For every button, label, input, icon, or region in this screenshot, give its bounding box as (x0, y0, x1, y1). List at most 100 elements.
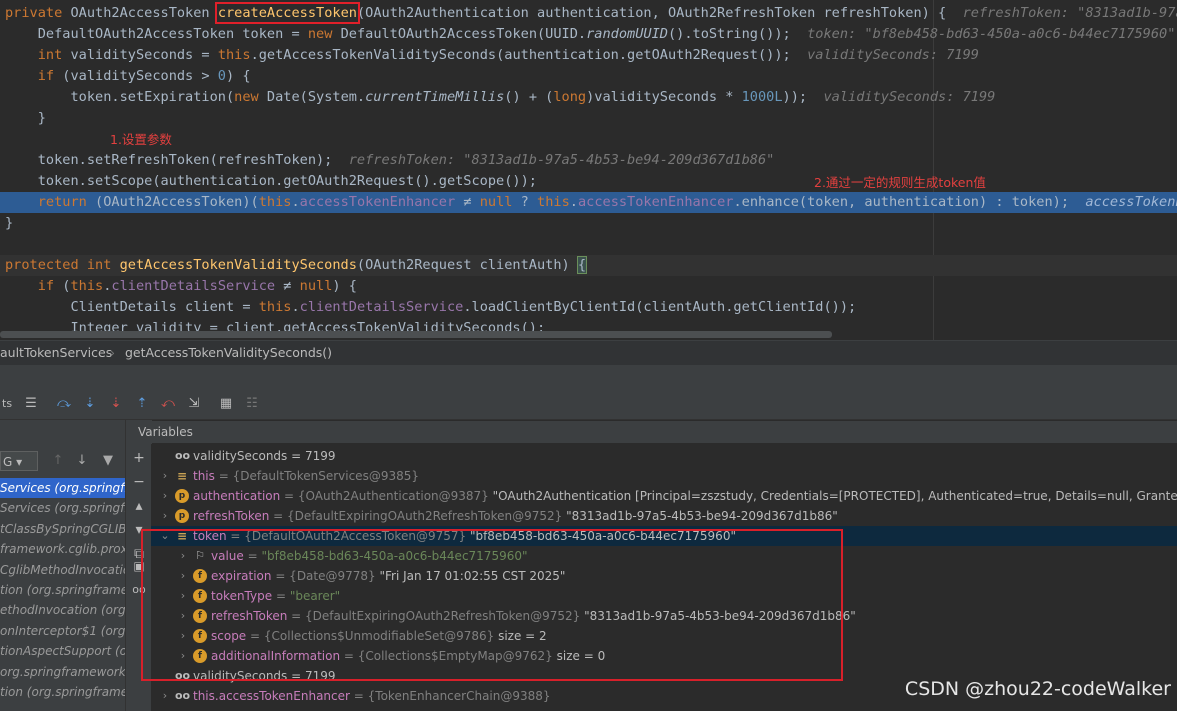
expand-arrow-icon[interactable]: › (159, 486, 171, 506)
expand-arrow-icon[interactable]: › (159, 466, 171, 486)
code-line[interactable]: token.setExpiration(new Date(System.curr… (0, 87, 1177, 108)
stack-frame[interactable]: tionAspectSupport (o (0, 641, 125, 661)
code-line[interactable]: token.setRefreshToken(refreshToken); ref… (0, 150, 1177, 171)
arrow-up-icon[interactable]: ↑ (51, 453, 65, 469)
stack-frame[interactable]: tion (org.springframe (0, 580, 125, 600)
run-to-cursor-icon[interactable]: ⇲ (186, 396, 202, 412)
variable-name: this (193, 469, 215, 483)
code-token: ? (520, 194, 538, 210)
code-token: validitySeconds = (70, 47, 218, 63)
stack-frame[interactable]: framework.cglib.prox (0, 539, 125, 559)
stack-frame[interactable]: ethodInvocation (org.s (0, 600, 125, 620)
step-over-icon[interactable]: ⤼ (56, 396, 72, 412)
stack-frame[interactable]: tion (org.springframe (0, 682, 125, 702)
breadcrumb: aultTokenServices › getAccessTokenValidi… (0, 340, 1177, 365)
code-line[interactable]: token.setScope(authentication.getOAuth2R… (0, 171, 1177, 192)
variable-value: "OAuth2Authentication [Principal=zszstud… (492, 489, 1177, 503)
debug-toolbar: ts ☰ ⤼ ⇣ ⇣ ⇡ ⤺ ⇲ ▦ ☷ (0, 391, 1177, 420)
code-line[interactable]: protected int getAccessTokenValiditySeco… (0, 255, 1177, 276)
object-icon: ≡ (176, 469, 188, 483)
code-token: return (5, 194, 96, 210)
code-line[interactable]: return (OAuth2AccessToken)(this.accessTo… (0, 192, 1177, 213)
code-editor[interactable]: private OAuth2AccessToken createAccessTo… (0, 0, 1177, 340)
watch-icon: oo (175, 449, 191, 462)
code-token: protected int (5, 257, 120, 273)
code-token: ≠ (275, 278, 300, 294)
stack-frame[interactable]: Services (org.springfr (0, 498, 125, 518)
code-token: 0 (217, 68, 226, 84)
remove-watch-icon[interactable]: − (131, 474, 147, 490)
variable-row[interactable]: › p refreshToken = {DefaultExpiringOAuth2R… (151, 506, 1177, 526)
code-token: . (291, 299, 300, 315)
code-line[interactable]: DefaultOAuth2AccessToken token = new Def… (0, 24, 1177, 45)
variable-name: this.accessTokenEnhancer (193, 689, 350, 703)
breadcrumb-class[interactable]: aultTokenServices (0, 341, 112, 365)
expand-arrow-icon[interactable]: › (159, 506, 171, 526)
code-token: .enhance(token, authentication) : token)… (733, 194, 1086, 210)
variable-type: = {DefaultExpiringOAuth2RefreshToken@975… (269, 509, 567, 523)
stack-frame[interactable]: CglibMethodInvocatio (0, 560, 125, 580)
stack-frame[interactable]: tClassBySpringCGLIB$ (0, 519, 125, 539)
code-token: ) { (332, 278, 357, 294)
stack-frame[interactable]: org.springframework.t (0, 662, 125, 682)
drop-frame-icon[interactable]: ⤺ (160, 396, 176, 412)
thread-selector-value: G (3, 455, 13, 469)
code-line[interactable]: private OAuth2AccessToken createAccessTo… (0, 2, 1177, 24)
evaluate-expression-icon[interactable]: ▦ (218, 396, 234, 412)
arrow-down-icon[interactable]: ↓ (75, 453, 89, 469)
code-line[interactable] (0, 129, 1177, 150)
code-token: ≠ (455, 194, 480, 210)
step-into-icon[interactable]: ⇣ (82, 396, 98, 412)
variable-row[interactable]: › p authentication = {OAuth2Authentication… (151, 486, 1177, 506)
code-token: int (5, 47, 71, 63)
code-token: ) { (225, 68, 251, 84)
variable-type: = {TokenEnhancerChain@9388} (349, 689, 551, 703)
variable-name: refreshToken (193, 509, 270, 523)
code-line[interactable]: if (validitySeconds > 0) { (0, 66, 1177, 87)
code-token: DefaultOAuth2AccessToken token = (5, 26, 308, 42)
watermark: CSDN @zhou22-codeWalker (904, 678, 1171, 700)
variable-row[interactable]: › ≡ this = {DefaultTokenServices@9385} (151, 466, 1177, 486)
filter-icon[interactable]: ▼ (101, 453, 115, 469)
code-token: this (217, 47, 251, 63)
code-token: createAccessToken (214, 2, 360, 24)
stack-frame[interactable]: Services (org.springfr (0, 478, 125, 498)
code-token: 1000L (741, 89, 783, 105)
layout-icon[interactable]: ☰ (23, 396, 39, 412)
code-line[interactable]: } (0, 213, 1177, 234)
parameter-icon: p (175, 509, 189, 523)
trace-stream-icon[interactable]: ☷ (244, 396, 260, 412)
inline-debug-value: token: "bf8eb458-bd63-450a-a0c6-b44ec717… (807, 26, 1176, 42)
code-token: currentTimeMillis (365, 89, 505, 105)
code-line[interactable] (0, 234, 1177, 255)
inline-debug-value: validitySeconds: 7199 (823, 89, 996, 105)
variable-row[interactable]: oo validitySeconds = 7199 (151, 446, 1177, 466)
code-line[interactable]: if (this.clientDetailsService ≠ null) { (0, 276, 1177, 297)
code-token: this (70, 278, 104, 294)
inline-debug-value: refreshToken: "8313ad1b-97a5-4b53-be94-2… (962, 5, 1177, 21)
code-line[interactable]: } (0, 108, 1177, 129)
move-up-icon[interactable]: ▴ (131, 498, 147, 514)
inline-debug-value: validitySeconds: 7199 (807, 47, 979, 63)
frames-panel: G ▾ ↑ ↓ ▼ Services (org.springfr Services… (0, 420, 125, 711)
code-token: OAuth2AccessToken (70, 5, 218, 21)
breadcrumb-method[interactable]: getAccessTokenValiditySeconds() (125, 341, 332, 365)
horizontal-scrollbar[interactable] (0, 331, 832, 338)
code-token: clientDetailsService (299, 299, 464, 315)
force-step-into-icon[interactable]: ⇣ (108, 396, 124, 412)
thread-selector[interactable]: G ▾ (0, 451, 38, 471)
toolbar-label: ts (2, 397, 13, 410)
code-line[interactable]: int validitySeconds = this.getAccessToke… (0, 45, 1177, 66)
code-token: . (291, 194, 300, 210)
step-out-icon[interactable]: ⇡ (134, 396, 150, 412)
code-token: new (234, 89, 267, 105)
variable-value: "8313ad1b-97a5-4b53-be94-209d367d1b86" (566, 509, 838, 523)
stack-frame[interactable]: onInterceptor$1 (org (0, 621, 125, 641)
token-highlight-box (141, 529, 843, 681)
variable-value: = 7199 (287, 449, 336, 463)
add-watch-icon[interactable]: + (131, 450, 147, 466)
code-line[interactable]: ClientDetails client = this.clientDetail… (0, 297, 1177, 318)
variable-name: validitySeconds (193, 449, 288, 463)
code-token: this (537, 194, 570, 210)
expand-arrow-icon[interactable]: › (159, 686, 171, 706)
